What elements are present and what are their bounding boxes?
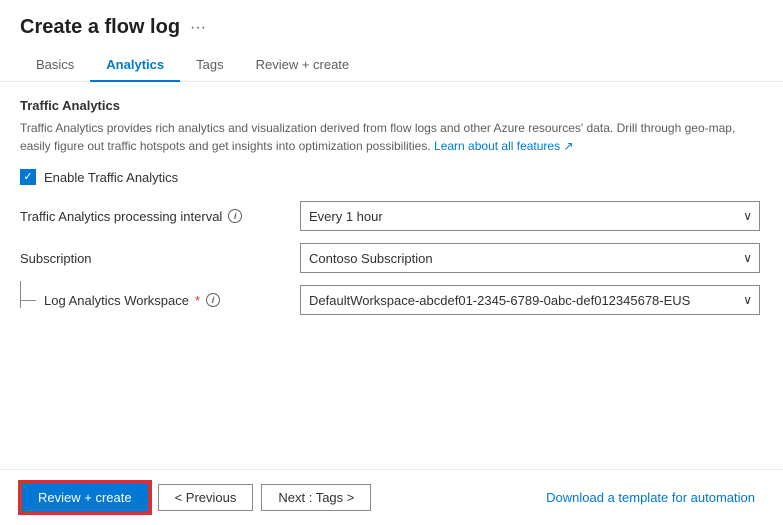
processing-interval-dropdown-wrapper: Every 1 hour Every 10 minutes ∨ <box>300 201 760 231</box>
workspace-dropdown-wrapper: DefaultWorkspace-abcdef01-2345-6789-0abc… <box>300 285 760 315</box>
review-create-button[interactable]: Review + create <box>20 482 150 513</box>
tab-tags[interactable]: Tags <box>180 49 239 82</box>
subscription-label: Subscription <box>20 251 300 266</box>
tabs-bar: Basics Analytics Tags Review + create <box>0 39 783 82</box>
page-header: Create a flow log ··· <box>0 0 783 39</box>
download-template-link[interactable]: Download a template for automation <box>538 485 763 510</box>
subscription-dropdown-wrapper: Contoso Subscription ∨ <box>300 243 760 273</box>
workspace-row: Log Analytics Workspace * i DefaultWorks… <box>20 285 763 315</box>
footer-bar: Review + create < Previous Next : Tags >… <box>0 469 783 525</box>
learn-features-link[interactable]: Learn about all features ↗ <box>434 139 574 153</box>
workspace-label: Log Analytics Workspace * i <box>20 293 300 308</box>
enable-traffic-analytics-checkbox[interactable]: ✓ <box>20 169 36 185</box>
tab-review-create[interactable]: Review + create <box>240 49 366 82</box>
subscription-row: Subscription Contoso Subscription ∨ <box>20 243 763 273</box>
enable-traffic-analytics-label: Enable Traffic Analytics <box>44 170 178 185</box>
processing-interval-row: Traffic Analytics processing interval i … <box>20 201 763 231</box>
external-link-icon: ↗ <box>563 139 573 153</box>
workspace-info-icon[interactable]: i <box>206 293 220 307</box>
section-title: Traffic Analytics <box>20 98 763 113</box>
workspace-select[interactable]: DefaultWorkspace-abcdef01-2345-6789-0abc… <box>300 285 760 315</box>
workspace-required-star: * <box>195 293 200 308</box>
more-options-icon[interactable]: ··· <box>190 19 206 37</box>
enable-traffic-analytics-row: ✓ Enable Traffic Analytics <box>20 169 763 185</box>
processing-interval-select[interactable]: Every 1 hour Every 10 minutes <box>300 201 760 231</box>
previous-button[interactable]: < Previous <box>158 484 254 511</box>
content-area: Traffic Analytics Traffic Analytics prov… <box>0 82 783 469</box>
section-description: Traffic Analytics provides rich analytic… <box>20 119 763 155</box>
tab-basics[interactable]: Basics <box>20 49 90 82</box>
tab-analytics[interactable]: Analytics <box>90 49 180 82</box>
checkmark-icon: ✓ <box>23 172 32 183</box>
page-title: Create a flow log <box>20 16 180 39</box>
subscription-select[interactable]: Contoso Subscription <box>300 243 760 273</box>
processing-interval-info-icon[interactable]: i <box>228 209 242 223</box>
next-tags-button[interactable]: Next : Tags > <box>261 484 371 511</box>
processing-interval-label: Traffic Analytics processing interval i <box>20 209 300 224</box>
